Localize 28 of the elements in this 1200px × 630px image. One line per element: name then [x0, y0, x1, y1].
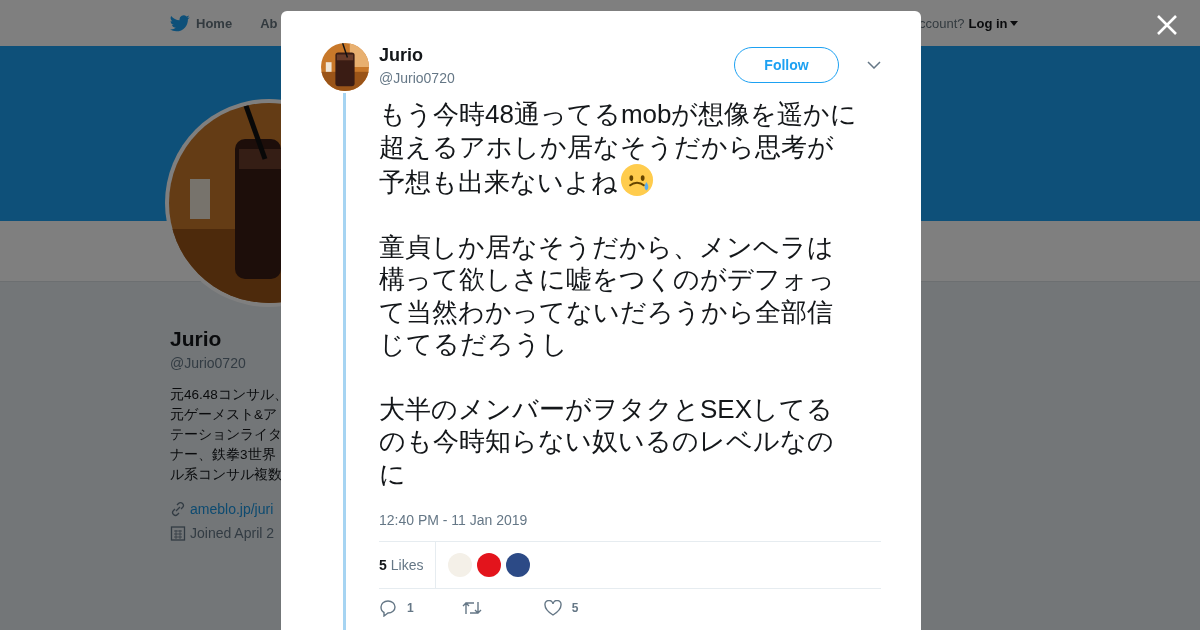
user-name: Jurio	[379, 45, 424, 66]
joined-date: Joined April 2	[190, 525, 275, 541]
calendar-icon	[170, 525, 186, 541]
user-handle: @Jurio0720	[379, 70, 456, 86]
caret-icon	[1009, 21, 1018, 26]
profile-handle: @Jurio0720	[170, 355, 247, 371]
liker-avatar[interactable]	[506, 553, 531, 577]
bird-icon	[170, 14, 190, 32]
tweet-text: 童貞しか居なそうだから、メンヘラは 構って欲しさに嘘をつくのがデフォっ て当然わかってないだろうから全部信 じてるだろうし	[379, 230, 836, 361]
retweet-icon[interactable]	[461, 600, 482, 616]
tweet-text: 大半のメンバーがヲタクとSEXしてる のも今時知らない奴いるのレベルなの に	[379, 392, 835, 490]
about-link[interactable]: Ab	[260, 15, 278, 31]
like-action[interactable]: 5	[543, 600, 579, 616]
chevron-down-icon[interactable]	[867, 61, 881, 69]
link-icon	[170, 501, 186, 517]
home-link[interactable]: Home	[170, 14, 233, 32]
account-prompt: ccount?	[919, 16, 965, 31]
likes-count[interactable]: 5 Likes	[379, 542, 437, 588]
login-link[interactable]: Log in	[968, 16, 1018, 31]
tweet-timestamp: 12:40 PM - 11 Jan 2019	[379, 512, 529, 528]
liker-avatar[interactable]	[477, 553, 502, 577]
profile-name: Jurio	[170, 327, 223, 351]
heart-icon	[543, 600, 562, 616]
reply-icon	[379, 599, 397, 617]
reply-action[interactable]: 1	[379, 599, 414, 617]
tweet-text: もう今時48通ってるmobが想像を遥かに 超えるアホしか居なそうだから思考が 予想も出来ないよね	[379, 98, 859, 199]
follow-button[interactable]: Follow	[734, 47, 839, 83]
profile-bio: 元46.48コンサル、 元ゲーメスト&ア テーションライタ ナー、鉄拳3世界 ル系コンサル複数	[170, 386, 281, 484]
